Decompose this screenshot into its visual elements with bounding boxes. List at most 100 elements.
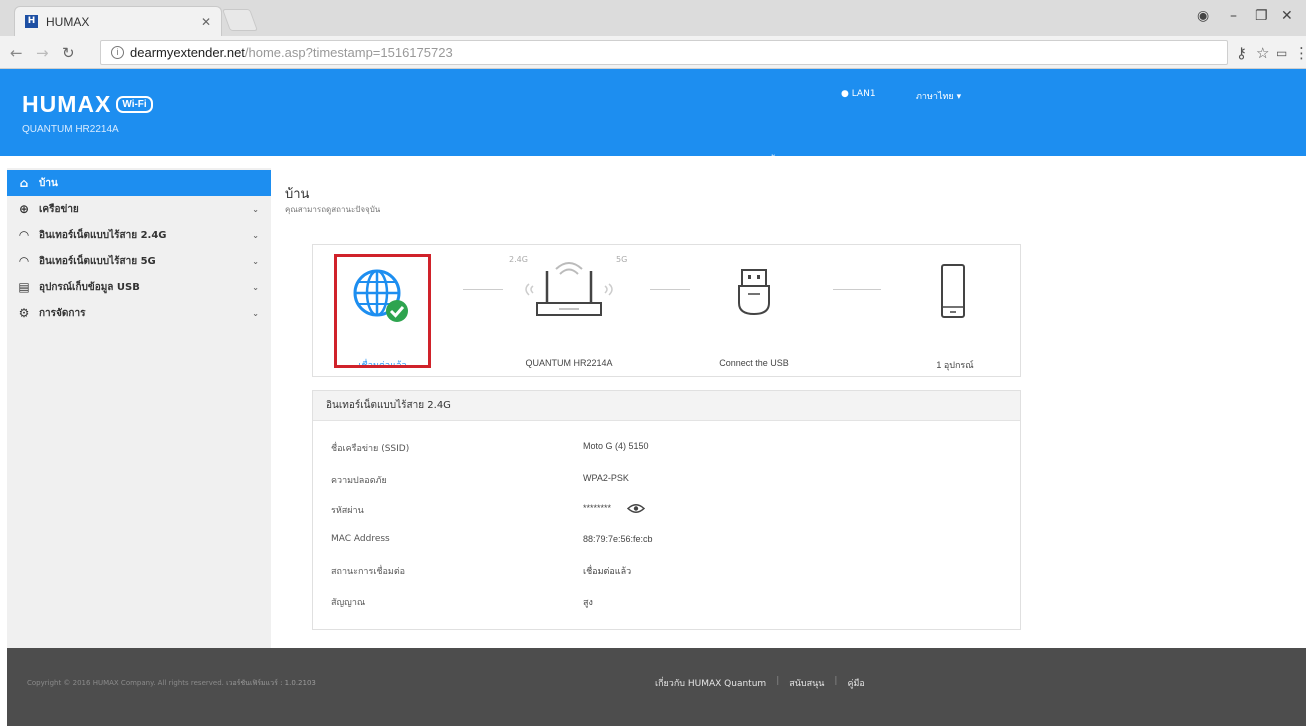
card-title: อินเทอร์เน็ตแบบไร้สาย 2.4G [313, 391, 1020, 421]
sidebar-item-label: บ้าน [39, 177, 58, 189]
wifi-icon: ◠ [19, 228, 29, 242]
devices-count-label: 1 อุปกรณ์ [936, 360, 974, 370]
chevron-down-icon: ⌄ [252, 256, 259, 266]
devices-status[interactable]: 1 อุปกรณ์ [895, 245, 1015, 376]
wifi-icon: ◠ [19, 254, 29, 268]
reload-button[interactable]: ↻ [62, 44, 75, 62]
url-path: /home.asp?timestamp=1516175723 [244, 45, 453, 60]
router-icon [525, 262, 613, 316]
minimize-button[interactable]: – [1230, 8, 1237, 24]
globe-icon: ⊕ [18, 202, 30, 216]
page-title: บ้าน [285, 187, 310, 202]
connector-line [833, 289, 881, 290]
info-key: สถานะการเชื่อมต่อ [331, 567, 406, 577]
info-row-connection: สถานะการเชื่อมต่อ เชื่อมต่อแล้ว [313, 564, 1020, 580]
footer-separator: | [776, 676, 780, 686]
footer-separator: | [834, 676, 838, 686]
address-bar[interactable]: i dearmyextender.net /home.asp?timestamp… [100, 40, 1228, 65]
usb-status[interactable]: Connect the USB [694, 245, 814, 376]
sidebar-item-network[interactable]: ⊕ เครือข่าย ⌄ [7, 196, 271, 222]
sidebar-item-label: เครือข่าย [39, 203, 79, 215]
close-tab-icon[interactable]: ✕ [201, 15, 211, 29]
site-info-icon[interactable]: i [111, 46, 124, 59]
profile-icon[interactable]: ◉ [1197, 8, 1209, 24]
browser-menu-icon[interactable]: ⋮ [1294, 44, 1306, 62]
settings-icon: ⚙ [18, 306, 30, 320]
humax-logo: HUMAX Wi-Fi [22, 91, 153, 118]
footer: Copyright © 2016 HUMAX Company. All righ… [7, 648, 1306, 726]
sidebar-item-label: อุปกรณ์เก็บข้อมูล USB [39, 281, 140, 293]
info-key: สัญญาณ [331, 598, 366, 608]
maximize-button[interactable]: ❐ [1255, 8, 1268, 24]
usb-storage-icon: ▤ [18, 280, 30, 294]
firmware-version: เวอร์ชันเฟิร์มแวร์ : 1.0.2103 [226, 679, 316, 687]
wifi-24g-info-card: อินเทอร์เน็ตแบบไร้สาย 2.4G ชื่อเครือข่าย… [312, 390, 1021, 630]
footer-link-about[interactable]: เกี่ยวกับ HUMAX Quantum [655, 676, 766, 690]
show-password-eye-icon[interactable] [627, 503, 645, 514]
nav-easy-setup[interactable]: ติดตั้งง่าย [757, 154, 794, 168]
info-key: MAC Address [331, 534, 390, 544]
info-row-ssid: ชื่อเครือข่าย (SSID) Moto G (4) 5150 [313, 441, 1020, 457]
sidebar: ⌂ บ้าน ⊕ เครือข่าย ⌄ ◠ อินเทอร์เน็ตแบบไร… [7, 168, 271, 648]
chevron-down-icon: ⌄ [252, 204, 259, 214]
copyright-text: Copyright © 2016 HUMAX Company. All righ… [27, 679, 224, 687]
nav-test-results[interactable]: ผลการทดสอบ [810, 154, 865, 168]
app-header: HUMAX Wi-Fi QUANTUM HR2214A ● LAN1 ภาษาไ… [0, 69, 1306, 167]
language-select[interactable]: ภาษาไทย ▾ [916, 89, 961, 103]
footer-link-manual[interactable]: คู่มือ [847, 676, 864, 690]
browser-tab-bar: H HUMAX ✕ ◉ – ❐ ✕ [0, 0, 1306, 36]
forward-button[interactable]: → [36, 44, 49, 62]
info-key: รหัสผ่าน [331, 506, 364, 516]
humax-favicon-icon: H [25, 15, 38, 28]
chevron-down-icon: ⌄ [252, 308, 259, 318]
sidebar-item-management[interactable]: ⚙ การจัดการ ⌄ [7, 300, 271, 326]
info-row-mac: MAC Address 88:79:7e:56:fe:cb [313, 534, 1020, 550]
nav-help[interactable]: ความช่วยเหลือ [905, 154, 963, 168]
cast-icon[interactable]: ▭ [1276, 46, 1287, 60]
sidebar-item-wifi-24g[interactable]: ◠ อินเทอร์เน็ตแบบไร้สาย 2.4G ⌄ [7, 222, 271, 248]
router-name-label: QUANTUM HR2214A [525, 358, 613, 368]
back-button[interactable]: ← [10, 44, 23, 62]
connector-line [463, 289, 503, 290]
info-value: WPA2-PSK [583, 473, 629, 483]
connector-line [650, 289, 690, 290]
browser-tab[interactable]: H HUMAX ✕ [14, 6, 222, 36]
close-window-button[interactable]: ✕ [1281, 8, 1293, 24]
info-value: เชื่อมต่อแล้ว [583, 566, 632, 576]
wifi-badge: Wi-Fi [116, 96, 153, 113]
highlight-box [334, 254, 431, 368]
smartphone-icon [941, 264, 965, 318]
footer-links: เกี่ยวกับ HUMAX Quantum | สนับสนุน | คู่… [655, 676, 865, 690]
sidebar-item-wifi-5g[interactable]: ◠ อินเทอร์เน็ตแบบไร้สาย 5G ⌄ [7, 248, 271, 274]
sidebar-item-label: การจัดการ [39, 307, 86, 319]
chevron-down-icon: ⌄ [252, 230, 259, 240]
sidebar-item-usb[interactable]: ▤ อุปกรณ์เก็บข้อมูล USB ⌄ [7, 274, 271, 300]
info-value: ******** [583, 503, 612, 513]
logo-text: HUMAX [22, 91, 112, 117]
browser-toolbar: ← → ↻ i dearmyextender.net /home.asp?tim… [0, 36, 1306, 69]
footer-link-support[interactable]: สนับสนุน [789, 676, 824, 690]
info-row-signal: สัญญาณ สูง [313, 595, 1020, 611]
key-icon[interactable]: ⚷ [1236, 44, 1247, 62]
sidebar-item-home[interactable]: ⌂ บ้าน [7, 170, 271, 196]
info-value: Moto G (4) 5150 [583, 441, 649, 451]
model-name: QUANTUM HR2214A [22, 124, 119, 135]
info-value: 88:79:7e:56:fe:cb [583, 534, 653, 544]
new-tab-button[interactable] [221, 9, 259, 31]
usb-status-label: Connect the USB [719, 358, 789, 368]
network-status-card: เชื่อมต่อแล้ว 2.4G 5G QUANTUM HR2214A Co… [312, 244, 1021, 377]
sidebar-item-label: อินเทอร์เน็ตแบบไร้สาย 5G [39, 255, 156, 267]
page-subtitle: คุณสามารถดูสถานะปัจจุบัน [285, 205, 381, 214]
home-icon: ⌂ [19, 176, 29, 190]
lan-status: ● LAN1 [841, 89, 876, 99]
tab-title: HUMAX [46, 14, 90, 29]
footer-copyright: Copyright © 2016 HUMAX Company. All righ… [27, 678, 316, 689]
router-status[interactable]: 2.4G 5G QUANTUM HR2214A [499, 245, 639, 376]
url-host: dearmyextender.net [130, 45, 245, 60]
chevron-down-icon: ⌄ [252, 282, 259, 292]
info-row-security: ความปลอดภัย WPA2-PSK [313, 473, 1020, 489]
info-key: ชื่อเครือข่าย (SSID) [331, 444, 410, 454]
info-row-password: รหัสผ่าน ******** [313, 503, 1020, 519]
bookmark-star-icon[interactable]: ☆ [1256, 44, 1269, 62]
info-value: สูง [583, 597, 593, 607]
